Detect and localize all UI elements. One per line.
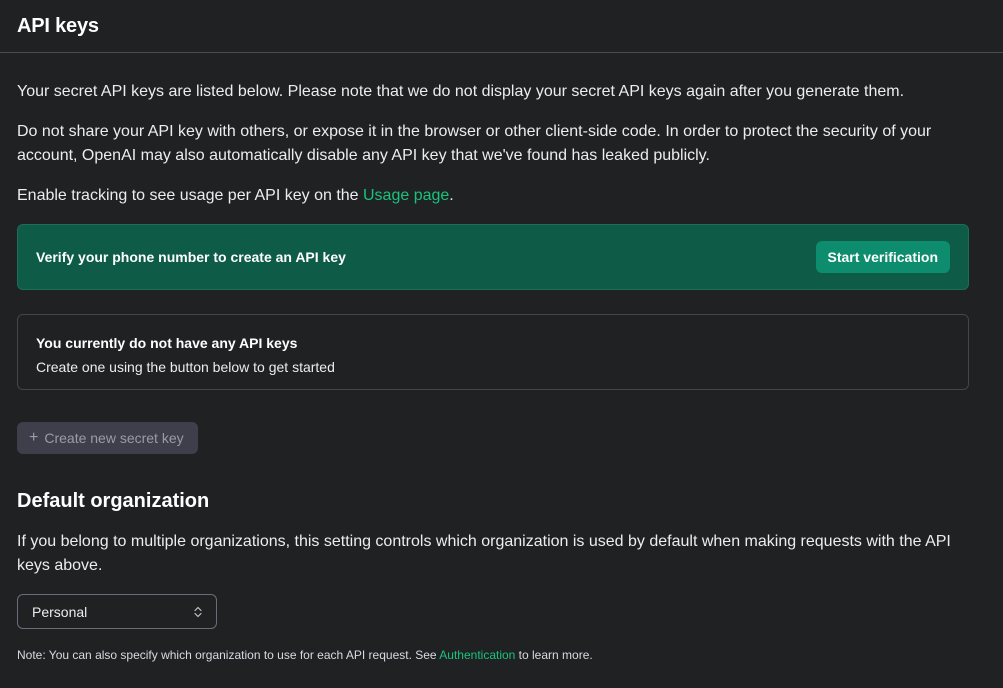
empty-state-subtitle: Create one using the button below to get… — [36, 359, 335, 375]
page-header: API keys — [0, 0, 1003, 53]
default-organization-description: If you belong to multiple organizations,… — [17, 533, 951, 574]
organization-select-value: Personal — [32, 603, 88, 620]
organization-note: Note: You can also specify which organiz… — [17, 646, 969, 664]
main-content: Your secret API keys are listed below. P… — [0, 80, 986, 664]
api-keys-empty-state: You currently do not have any API keys C… — [17, 314, 969, 390]
usage-text-suffix: . — [449, 187, 454, 204]
intro-paragraph-1: Your secret API keys are listed below. P… — [17, 83, 905, 100]
intro-paragraph-3: Enable tracking to see usage per API key… — [17, 184, 969, 208]
create-new-secret-key-button[interactable]: + Create new secret key — [17, 422, 198, 454]
start-verification-button[interactable]: Start verification — [815, 241, 950, 273]
intro-paragraph-2: Do not share your API key with others, o… — [17, 123, 932, 164]
default-organization-title: Default organization — [17, 490, 210, 512]
create-key-label: Create new secret key — [44, 430, 184, 446]
verify-phone-text: Verify your phone number to create an AP… — [36, 249, 346, 265]
verify-phone-banner: Verify your phone number to create an AP… — [17, 224, 969, 290]
note-suffix: to learn more. — [515, 648, 593, 662]
usage-text-prefix: Enable tracking to see usage per API key… — [17, 187, 363, 204]
empty-state-title: You currently do not have any API keys — [36, 335, 298, 351]
organization-select[interactable]: Personal — [17, 594, 217, 629]
usage-page-link[interactable]: Usage page — [363, 187, 449, 204]
page-title: API keys — [17, 14, 99, 37]
note-prefix: Note: You can also specify which organiz… — [17, 648, 440, 662]
plus-icon: + — [29, 429, 39, 446]
authentication-link[interactable]: Authentication — [439, 648, 515, 662]
chevron-up-down-icon — [194, 605, 202, 619]
